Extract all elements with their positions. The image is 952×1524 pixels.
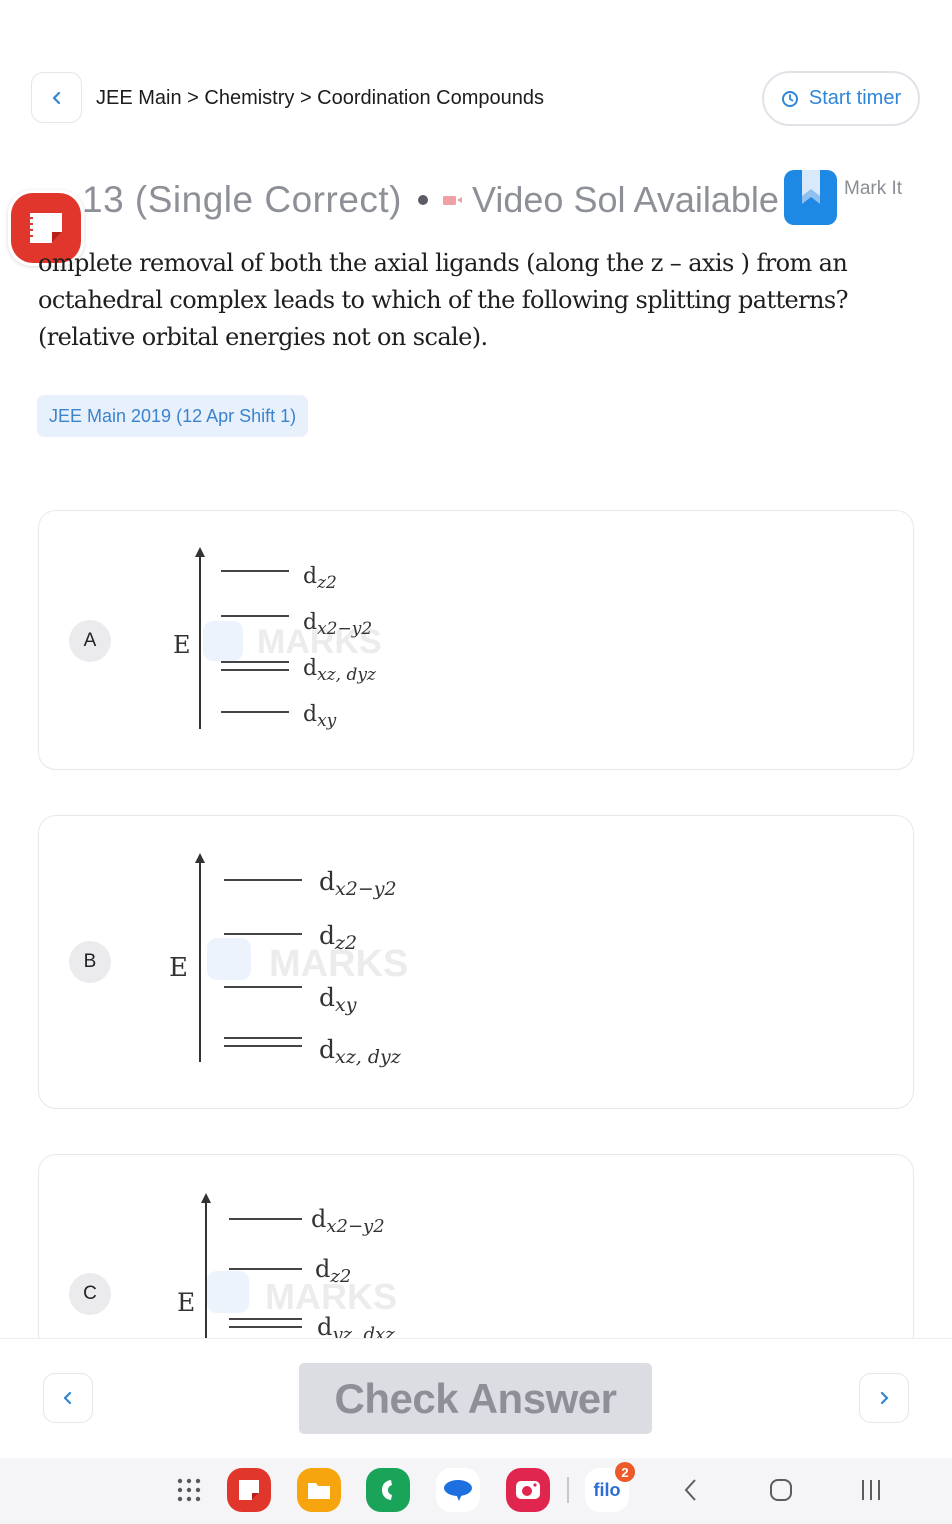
watermark-logo <box>203 621 243 661</box>
label-dx2y2: dx2−y2 <box>303 610 372 639</box>
option-letter: A <box>69 620 111 662</box>
camera-icon <box>506 1468 550 1512</box>
bottom-action-bar: Check Answer <box>0 1338 952 1458</box>
label-dz2: dz2 <box>303 564 337 593</box>
watermark-logo <box>207 938 251 980</box>
phone-app[interactable] <box>365 1467 411 1513</box>
axis-arrowhead <box>195 853 205 863</box>
label-dxy: dxy <box>319 983 357 1016</box>
system-recents-button[interactable] <box>848 1467 894 1513</box>
option-letter: B <box>69 941 111 983</box>
filo-app[interactable]: filo 2 <box>584 1462 635 1513</box>
system-home-button[interactable] <box>758 1467 804 1513</box>
axis-label-e: E <box>173 631 191 659</box>
question-header: 13 (Single Correct) Video Sol Available <box>40 175 779 225</box>
breadcrumb: JEE Main > Chemistry > Coordination Comp… <box>96 87 544 110</box>
option-letter: C <box>69 1273 111 1315</box>
label-dxz-dyz: dxz, dyz <box>319 1035 402 1068</box>
grid-icon <box>177 1478 201 1502</box>
start-timer-label: Start timer <box>808 87 902 109</box>
breadcrumb-text: JEE Main > Chemistry > Coordination Comp… <box>96 87 544 109</box>
label-dz2: dz2 <box>319 921 357 954</box>
recents-icon <box>862 1480 880 1500</box>
next-question-button[interactable] <box>859 1373 909 1423</box>
check-answer-button[interactable]: Check Answer <box>299 1363 652 1434</box>
camera-app[interactable] <box>505 1467 551 1513</box>
taskbar-divider <box>567 1477 569 1503</box>
separator-dot <box>418 195 429 205</box>
question-text: omplete removal of both the axial ligand… <box>38 249 848 351</box>
axis-arrowhead <box>201 1193 211 1203</box>
start-timer-button[interactable]: Start timer <box>762 71 920 126</box>
axis-arrowhead <box>195 547 205 557</box>
axis-label-e: E <box>177 1288 195 1317</box>
folder-icon <box>297 1468 341 1512</box>
video-camera-icon <box>443 196 463 205</box>
filo-label: filo <box>593 1479 621 1500</box>
notes-icon <box>227 1468 271 1512</box>
label-dx2y2: dx2−y2 <box>319 867 397 900</box>
back-button[interactable] <box>31 72 82 123</box>
notes-app[interactable] <box>226 1467 272 1513</box>
chat-bubble-icon <box>436 1468 480 1512</box>
exam-tag[interactable]: JEE Main 2019 (12 Apr Shift 1) <box>37 395 309 437</box>
app-drawer-button[interactable] <box>166 1467 212 1513</box>
label-dz2: dz2 <box>315 1255 351 1287</box>
phone-icon <box>366 1468 410 1512</box>
bookmark-icon <box>802 170 820 204</box>
clock-icon <box>781 90 798 107</box>
chevron-right-icon <box>880 1391 889 1405</box>
home-icon <box>770 1479 792 1501</box>
chevron-left-icon <box>52 91 60 104</box>
option-a[interactable]: A MARKS E dz2 dx2−y2 dxz, dyz dxy <box>38 510 914 770</box>
notification-badge: 2 <box>615 1462 635 1482</box>
label-dxy: dxy <box>303 702 337 731</box>
chevron-left-icon <box>63 1391 72 1405</box>
files-app[interactable] <box>296 1467 342 1513</box>
energy-diagram-b: MARKS E dx2−y2 dz2 dxy dxz, dyz <box>169 853 408 1068</box>
mark-it-label[interactable]: Mark It <box>844 178 902 200</box>
label-dx2y2: dx2−y2 <box>311 1205 385 1237</box>
watermark-logo <box>207 1271 249 1313</box>
messages-app[interactable] <box>435 1467 481 1513</box>
axis-label-e: E <box>169 953 188 983</box>
energy-diagram-a: MARKS E dz2 dx2−y2 dxz, dyz dxy <box>173 547 382 731</box>
option-b[interactable]: B MARKS E dx2−y2 dz2 dxy dxz, dyz <box>38 815 914 1109</box>
system-taskbar: filo 2 <box>0 1458 952 1524</box>
previous-question-button[interactable] <box>43 1373 93 1423</box>
filo-icon: filo 2 <box>585 1462 635 1512</box>
back-icon <box>684 1479 696 1501</box>
video-solution-label[interactable]: Video Sol Available <box>472 179 779 221</box>
question-number: 13 (Single Correct) <box>82 179 403 220</box>
system-back-button[interactable] <box>668 1467 714 1513</box>
bookmark-button[interactable] <box>784 170 837 225</box>
top-bar: JEE Main > Chemistry > Coordination Comp… <box>0 70 952 130</box>
